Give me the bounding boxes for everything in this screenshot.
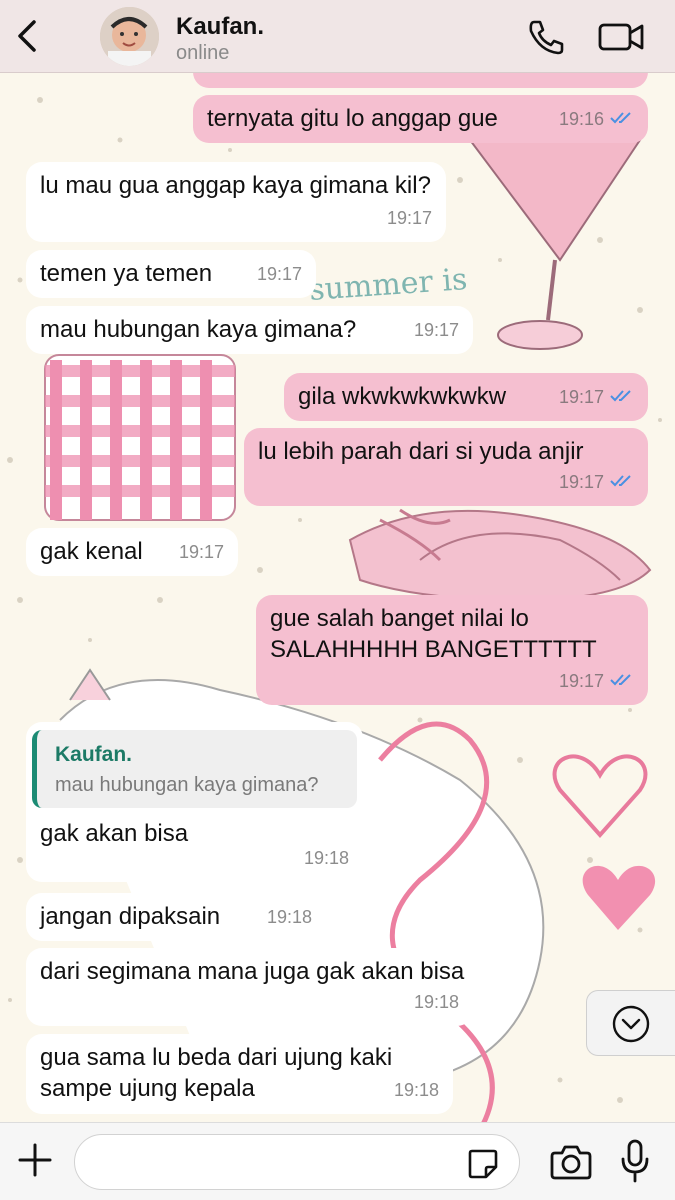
read-ticks-icon bbox=[610, 112, 631, 124]
contact-status: online bbox=[176, 42, 230, 64]
quoted-message[interactable]: Kaufan. mau hubungan kaya gimana? bbox=[32, 730, 357, 808]
message-bubble-incoming[interactable]: jangan dipaksain 19:18 bbox=[26, 893, 326, 941]
message-time: 19:17 bbox=[558, 472, 604, 492]
message-text: lu mau gua anggap kaya gimana kil? bbox=[40, 172, 431, 199]
message-bubble-outgoing[interactable]: gila wkwkwkwkwkw 19:17 bbox=[284, 373, 648, 421]
message-time: 19:16 bbox=[558, 109, 604, 129]
message-text: dari segimana mana juga gak akan bisa bbox=[40, 958, 465, 985]
message-bubble-outgoing[interactable]: gue salah banget nilai lo SALAHHHHH BANG… bbox=[256, 595, 648, 705]
contact-name[interactable]: Kaufan. bbox=[176, 13, 264, 41]
message-time: 19:18 bbox=[413, 992, 459, 1012]
sticker-icon[interactable] bbox=[466, 1147, 500, 1181]
message-text: jangan dipaksain bbox=[40, 903, 221, 930]
message-time: 19:17 bbox=[558, 671, 604, 691]
message-time: 19:18 bbox=[266, 907, 312, 927]
message-text: gila wkwkwkwkwkw bbox=[298, 383, 507, 410]
read-ticks-icon bbox=[610, 390, 631, 402]
message-bubble-incoming[interactable]: dari segimana mana juga gak akan bisa 19… bbox=[26, 948, 473, 1026]
message-bubble-outgoing[interactable]: ternyata gitu lo anggap gue 19:16 bbox=[193, 95, 648, 143]
quoted-text: mau hubungan kaya gimana? bbox=[55, 774, 319, 796]
message-text: lu lebih parah dari si yuda anjir bbox=[258, 438, 584, 465]
back-arrow-icon[interactable] bbox=[10, 16, 46, 56]
message-bubble-incoming[interactable]: mau hubungan kaya gimana? 19:17 bbox=[26, 306, 473, 354]
message-text: mau hubungan kaya gimana? bbox=[40, 316, 357, 343]
message-time: 19:17 bbox=[386, 208, 432, 228]
chat-header: Kaufan. online bbox=[0, 0, 675, 73]
baby-photo-icon bbox=[100, 7, 159, 66]
video-camera-icon[interactable] bbox=[598, 20, 644, 54]
message-time: 19:17 bbox=[558, 387, 604, 407]
message-time: 19:18 bbox=[393, 1080, 439, 1100]
message-bubble-incoming[interactable]: temen ya temen 19:17 bbox=[26, 250, 316, 298]
message-bubble-incoming[interactable]: gua sama lu beda dari ujung kaki sampe u… bbox=[26, 1034, 453, 1114]
contact-avatar[interactable] bbox=[100, 7, 159, 66]
message-text: gua sama lu beda dari ujung kaki sampe u… bbox=[40, 1044, 393, 1102]
message-text: gue salah banget nilai lo SALAHHHHH BANG… bbox=[270, 605, 597, 663]
message-text: gak kenal bbox=[40, 538, 143, 565]
camera-icon[interactable] bbox=[550, 1143, 592, 1181]
message-input[interactable] bbox=[74, 1134, 520, 1190]
microphone-icon[interactable] bbox=[620, 1139, 650, 1183]
message-time: 19:17 bbox=[178, 542, 224, 562]
composer-bar bbox=[0, 1122, 675, 1200]
read-ticks-icon bbox=[610, 475, 631, 487]
message-text: gak akan bisa bbox=[40, 820, 189, 847]
message-bubble-incoming[interactable]: lu mau gua anggap kaya gimana kil? 19:17 bbox=[26, 162, 446, 242]
message-time: 19:17 bbox=[256, 264, 302, 284]
message-bubble-incoming[interactable]: gak kenal 19:17 bbox=[26, 528, 238, 576]
message-time: 19:18 bbox=[303, 848, 349, 868]
message-bubble-outgoing[interactable]: lu lebih parah dari si yuda anjir 19:17 bbox=[244, 428, 648, 506]
scroll-to-bottom-button[interactable] bbox=[586, 990, 675, 1056]
message-bubble-reply[interactable]: Kaufan. mau hubungan kaya gimana? gak ak… bbox=[26, 722, 363, 882]
quoted-author: Kaufan. bbox=[55, 743, 133, 766]
plus-icon[interactable] bbox=[16, 1141, 54, 1179]
message-text: ternyata gitu lo anggap gue bbox=[207, 105, 498, 132]
phone-icon[interactable] bbox=[526, 19, 566, 55]
message-time: 19:17 bbox=[413, 320, 459, 340]
message-text: temen ya temen bbox=[40, 260, 213, 287]
read-ticks-icon bbox=[610, 674, 631, 686]
chevron-down-icon bbox=[612, 1005, 650, 1043]
